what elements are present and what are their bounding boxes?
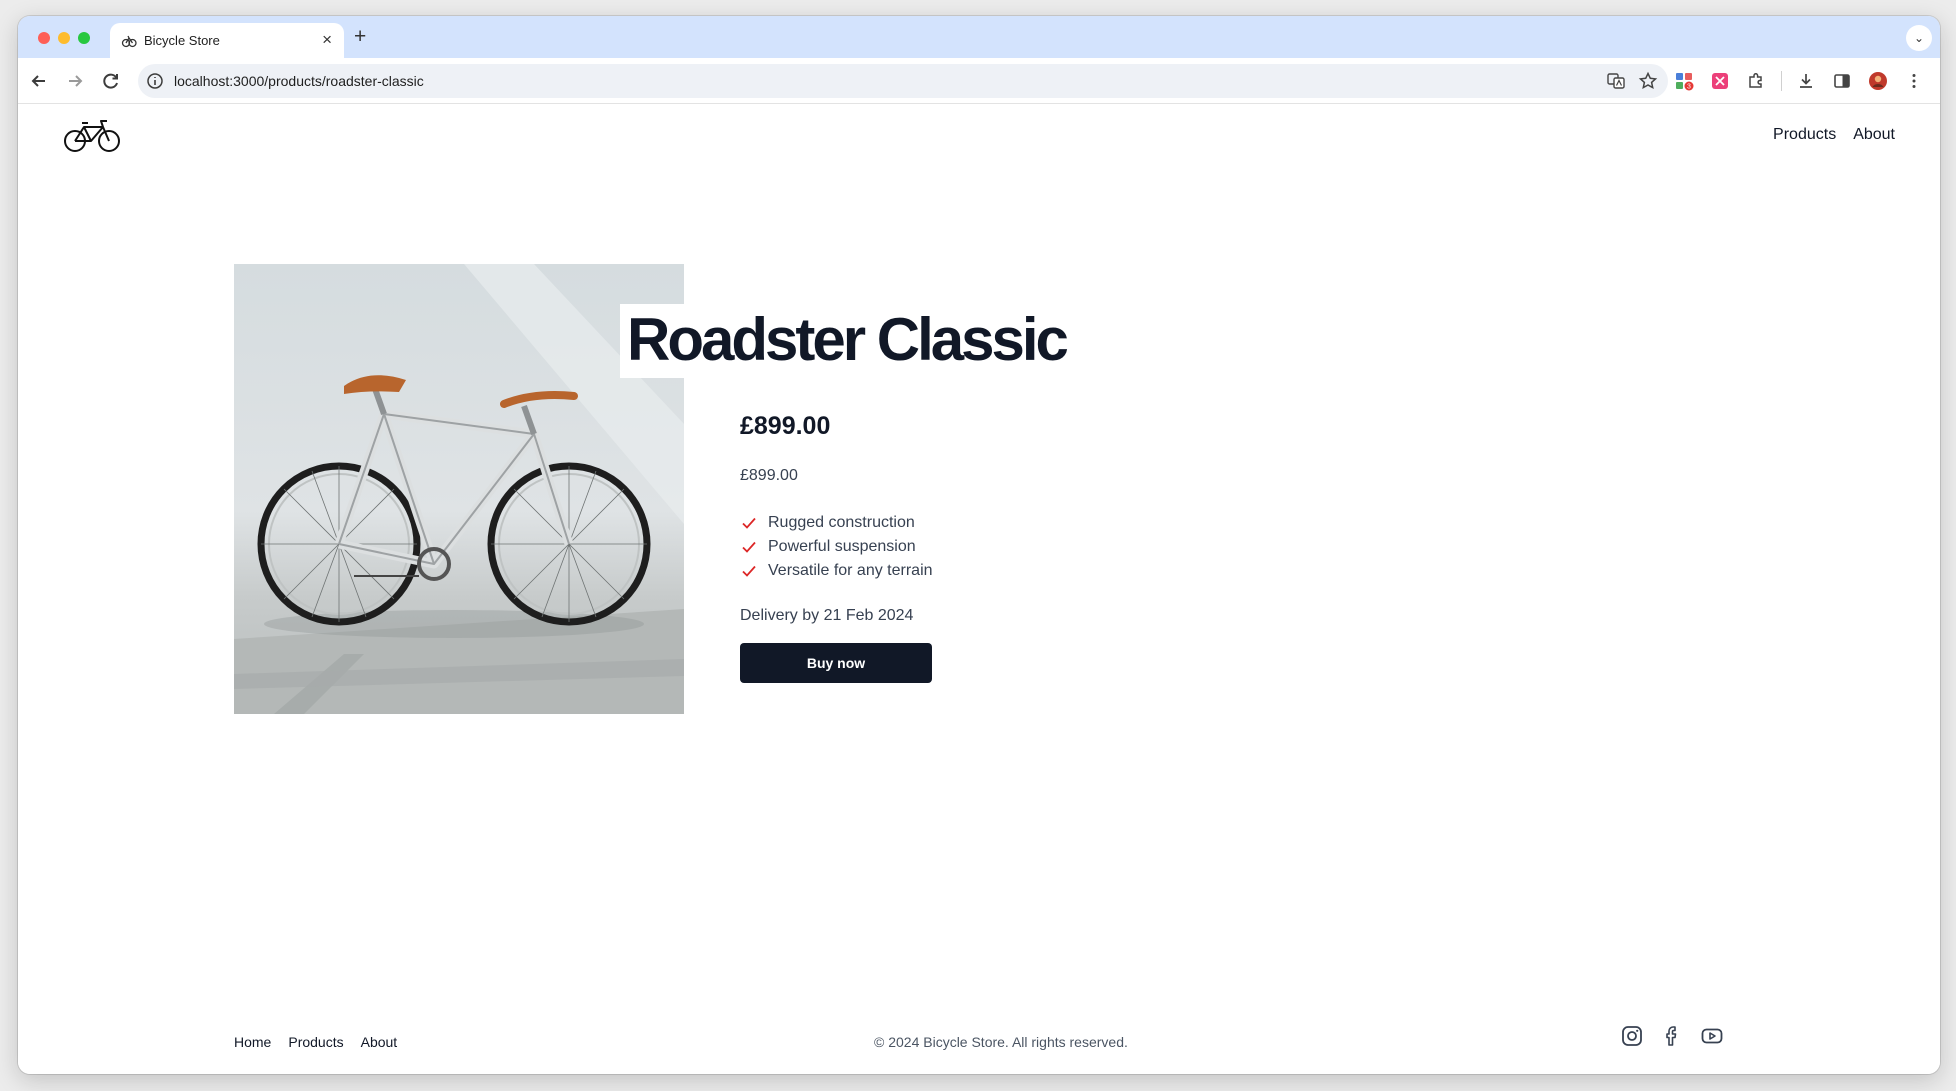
extension-grid-icon[interactable]: 3: [1674, 71, 1694, 91]
bicycle-photo: [234, 264, 684, 714]
url-text[interactable]: localhost:3000/products/roadster-classic: [174, 73, 424, 89]
extension-badge: 3: [1687, 84, 1691, 91]
footer-nav: Home Products About: [234, 1034, 397, 1050]
instagram-icon[interactable]: [1620, 1024, 1644, 1048]
buy-now-button[interactable]: Buy now: [740, 643, 932, 683]
copyright-text: © 2024 Bicycle Store. All rights reserve…: [874, 1034, 1128, 1050]
feature-label: Rugged construction: [768, 514, 915, 531]
close-window-button[interactable]: [38, 32, 50, 44]
tab-close-icon[interactable]: ×: [322, 30, 332, 50]
check-icon: [742, 565, 756, 577]
product-price-secondary: £899.00: [740, 467, 798, 484]
facebook-icon[interactable]: [1660, 1024, 1684, 1048]
tab-search-button[interactable]: ⌄: [1906, 25, 1932, 51]
footer-about-link[interactable]: About: [361, 1034, 398, 1050]
feature-label: Versatile for any terrain: [768, 562, 933, 579]
bicycle-logo-icon[interactable]: [63, 118, 121, 154]
download-icon[interactable]: [1796, 71, 1816, 91]
product-price: £899.00: [740, 412, 831, 440]
top-nav: Products About: [1773, 126, 1895, 144]
back-icon[interactable]: [28, 70, 50, 92]
browser-menu-icon[interactable]: [1904, 71, 1924, 91]
feature-item: Powerful suspension: [740, 535, 933, 559]
check-icon: [742, 541, 756, 553]
product-title-wrap: Roadster Classic: [620, 304, 1073, 378]
profile-avatar-icon[interactable]: [1868, 71, 1888, 91]
maximize-window-button[interactable]: [78, 32, 90, 44]
footer-home-link[interactable]: Home: [234, 1034, 271, 1050]
browser-window: Bicycle Store × + ⌄ localhost:3000/produ…: [18, 16, 1940, 1074]
feature-item: Versatile for any terrain: [740, 559, 933, 583]
bicycle-favicon-icon: [121, 35, 137, 48]
browser-toolbar: localhost:3000/products/roadster-classic…: [18, 58, 1940, 104]
youtube-icon[interactable]: [1700, 1024, 1724, 1048]
translate-icon[interactable]: [1606, 71, 1626, 91]
forward-icon[interactable]: [64, 70, 86, 92]
social-links: [1620, 1024, 1724, 1048]
tab-bicycle-store[interactable]: Bicycle Store ×: [110, 23, 344, 58]
tab-strip: Bicycle Store × + ⌄: [18, 16, 1940, 58]
nav-products-link[interactable]: Products: [1773, 126, 1836, 144]
product-image: [234, 264, 684, 714]
side-panel-icon[interactable]: [1832, 71, 1852, 91]
footer-products-link[interactable]: Products: [288, 1034, 343, 1050]
bookmark-star-icon[interactable]: [1638, 71, 1658, 91]
extension-pink-icon[interactable]: [1710, 71, 1730, 91]
nav-about-link[interactable]: About: [1853, 126, 1895, 144]
new-tab-button[interactable]: +: [354, 26, 366, 48]
product-title: Roadster Classic: [620, 304, 1073, 378]
address-bar[interactable]: localhost:3000/products/roadster-classic: [138, 64, 1668, 98]
feature-item: Rugged construction: [740, 511, 933, 535]
extensions-puzzle-icon[interactable]: [1746, 71, 1766, 91]
site-info-icon[interactable]: [146, 72, 164, 90]
feature-label: Powerful suspension: [768, 538, 916, 555]
minimize-window-button[interactable]: [58, 32, 70, 44]
feature-list: Rugged construction Powerful suspension …: [740, 511, 933, 583]
delivery-date: Delivery by 21 Feb 2024: [740, 607, 914, 624]
check-icon: [742, 517, 756, 529]
tab-title: Bicycle Store: [144, 33, 220, 48]
product-info: £899.00 £899.00 Rugged construction Powe…: [740, 412, 933, 683]
page-content: Products About Roadster Classic £899.00 …: [18, 104, 1940, 1074]
footer: Home Products About © 2024 Bicycle Store…: [18, 1026, 1940, 1056]
toolbar-divider: [1781, 71, 1782, 91]
reload-icon[interactable]: [100, 70, 122, 92]
